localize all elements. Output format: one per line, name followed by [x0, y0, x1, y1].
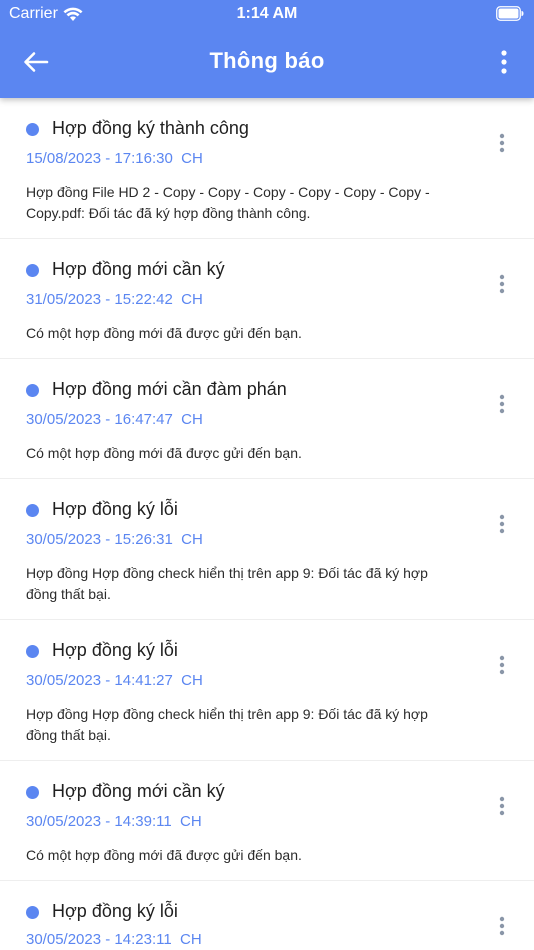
unread-dot: [26, 645, 39, 658]
status-bar: Carrier 1:14 AM: [0, 0, 534, 28]
more-vertical-icon: [499, 796, 505, 816]
nav-bar: Thông báo: [0, 28, 534, 98]
notification-date: 31/05/2023 - 15:22:42 CH: [26, 291, 203, 308]
more-vertical-icon: [499, 394, 505, 414]
more-options-button[interactable]: [490, 44, 518, 80]
unread-dot: [26, 123, 39, 136]
status-time: 1:14 AM: [236, 5, 298, 22]
notification-body: Có một hợp đồng mới đã được gửi đến bạn.: [26, 325, 302, 341]
notification-date: 30/05/2023 - 14:41:27 CH: [26, 672, 203, 689]
notification-date: 30/05/2023 - 14:39:11 CH: [26, 813, 202, 830]
notification-list: Hợp đồng ký thành công 15/08/2023 - 17:1…: [0, 98, 534, 950]
notification-more-button[interactable]: [490, 650, 514, 680]
notification-body: Hợp đồng Hợp đồng check hiển thị trên ap…: [26, 706, 428, 743]
notification-date: 30/05/2023 - 16:47:47 CH: [26, 411, 203, 428]
notification-title: Hợp đồng ký lỗi: [52, 499, 178, 519]
page-title: Thông báo: [209, 48, 325, 73]
unread-dot: [26, 504, 39, 517]
notification-item[interactable]: Hợp đồng ký lỗi 30/05/2023 - 15:26:31 CH…: [0, 479, 534, 620]
notification-more-button[interactable]: [490, 269, 514, 299]
unread-dot: [26, 906, 39, 919]
more-vertical-icon: [499, 655, 505, 675]
notification-date: 15/08/2023 - 17:16:30 CH: [26, 150, 203, 167]
notification-item[interactable]: Hợp đồng ký lỗi 30/05/2023 - 14:23:11 CH: [0, 881, 534, 950]
notification-title: Hợp đồng ký lỗi: [52, 640, 178, 660]
notification-more-button[interactable]: [490, 911, 514, 941]
more-vertical-icon: [499, 514, 505, 534]
notification-title: Hợp đồng ký lỗi: [52, 901, 178, 921]
more-vertical-icon: [499, 274, 505, 294]
notification-item[interactable]: Hợp đồng mới cần đàm phán 30/05/2023 - 1…: [0, 359, 534, 479]
notification-item[interactable]: Hợp đồng ký lỗi 30/05/2023 - 14:41:27 CH…: [0, 620, 534, 761]
notification-title: Hợp đồng mới cần ký: [52, 781, 225, 801]
notification-body: Có một hợp đồng mới đã được gửi đến bạn.: [26, 445, 302, 461]
notification-more-button[interactable]: [490, 509, 514, 539]
notification-title: Hợp đồng mới cần đàm phán: [52, 379, 287, 399]
notification-date: 30/05/2023 - 14:23:11 CH: [26, 931, 202, 948]
notification-body: Hợp đồng File HD 2 - Copy - Copy - Copy …: [26, 184, 430, 221]
notification-title: Hợp đồng mới cần ký: [52, 259, 225, 279]
notification-item[interactable]: Hợp đồng mới cần ký 30/05/2023 - 14:39:1…: [0, 761, 534, 881]
more-vertical-icon: [499, 916, 505, 936]
notification-date: 30/05/2023 - 15:26:31 CH: [26, 531, 203, 548]
notification-item[interactable]: Hợp đồng mới cần ký 31/05/2023 - 15:22:4…: [0, 239, 534, 359]
unread-dot: [26, 786, 39, 799]
app-header: Carrier 1:14 AM Thông báo: [0, 0, 534, 98]
battery-icon: [496, 6, 524, 21]
notification-more-button[interactable]: [490, 389, 514, 419]
notification-item[interactable]: Hợp đồng ký thành công 15/08/2023 - 17:1…: [0, 98, 534, 239]
unread-dot: [26, 384, 39, 397]
more-vertical-icon: [501, 50, 507, 74]
notification-more-button[interactable]: [490, 791, 514, 821]
notification-title: Hợp đồng ký thành công: [52, 118, 249, 138]
notification-more-button[interactable]: [490, 128, 514, 158]
more-vertical-icon: [499, 133, 505, 153]
notification-body: Có một hợp đồng mới đã được gửi đến bạn.: [26, 847, 302, 863]
notification-body: Hợp đồng Hợp đồng check hiển thị trên ap…: [26, 565, 428, 602]
unread-dot: [26, 264, 39, 277]
